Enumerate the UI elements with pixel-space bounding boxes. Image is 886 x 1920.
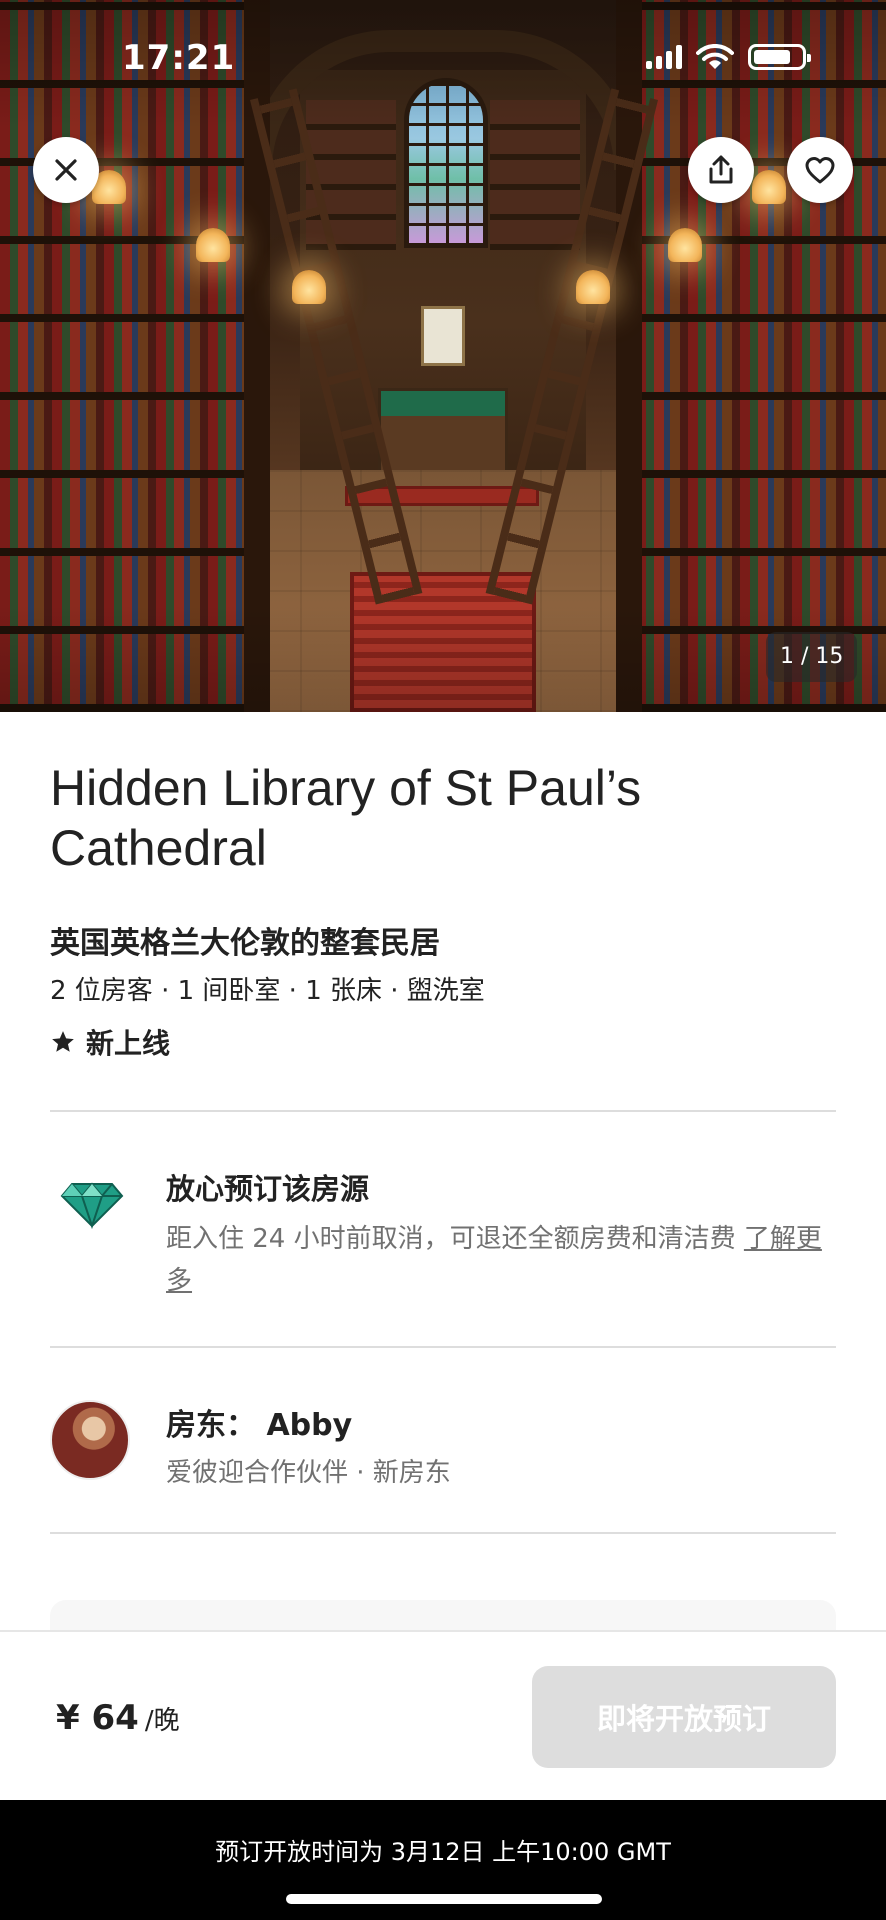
reserve-button[interactable]: 即将开放预订 (532, 1666, 836, 1768)
rating-row: 新上线 (50, 1022, 170, 1062)
close-button[interactable] (33, 137, 99, 203)
rating-label: 新上线 (86, 1027, 171, 1060)
host-subtitle: 爱彼迎合作伙伴 · 新房东 (166, 1458, 451, 1488)
divider (50, 1532, 836, 1534)
feature-description: 距入住 24 小时前取消，可退还全额房费和清洁费 了解更多 (166, 1218, 826, 1302)
divider (50, 1346, 836, 1348)
share-icon (709, 155, 733, 184)
price-unit: /晚 (144, 1706, 180, 1736)
status-time: 17:21 (122, 38, 236, 78)
share-button[interactable] (688, 137, 754, 203)
close-icon (55, 159, 77, 181)
booking-notice-text: 预订开放时间为 3月12日 上午10:00 GMT (215, 1838, 671, 1866)
status-icons (646, 44, 811, 70)
listing-title: Hidden Library of St Paul’s Cathedral (50, 760, 642, 876)
listing-subtitle: 英国英格兰大伦敦的整套民居 (50, 926, 440, 961)
favorite-button[interactable] (787, 137, 853, 203)
star-icon (52, 1031, 74, 1052)
host-name: 房东： Abby (166, 1408, 353, 1443)
host-avatar[interactable] (50, 1400, 130, 1480)
cellular-signal-icon (646, 45, 682, 69)
wifi-icon (696, 44, 734, 69)
home-indicator[interactable] (286, 1894, 602, 1904)
status-bar: 17:21 (0, 0, 886, 120)
feature-title: 放心预订该房源 (166, 1172, 370, 1206)
feature-description-text: 距入住 24 小时前取消，可退还全额房费和清洁费 (166, 1224, 736, 1254)
photo-counter: 1 / 15 (766, 632, 858, 682)
price-amount: ¥ 64 (56, 1698, 139, 1738)
price: ¥ 64/晚 (56, 1698, 180, 1738)
divider (50, 1110, 836, 1112)
listing-details: 2 位房客 · 1 间卧室 · 1 张床 · 盥洗室 (50, 976, 485, 1006)
heart-icon (805, 157, 835, 184)
diamond-icon (60, 1182, 124, 1230)
booking-bar: ¥ 64/晚 即将开放预订 (0, 1630, 886, 1800)
battery-icon (748, 44, 811, 70)
